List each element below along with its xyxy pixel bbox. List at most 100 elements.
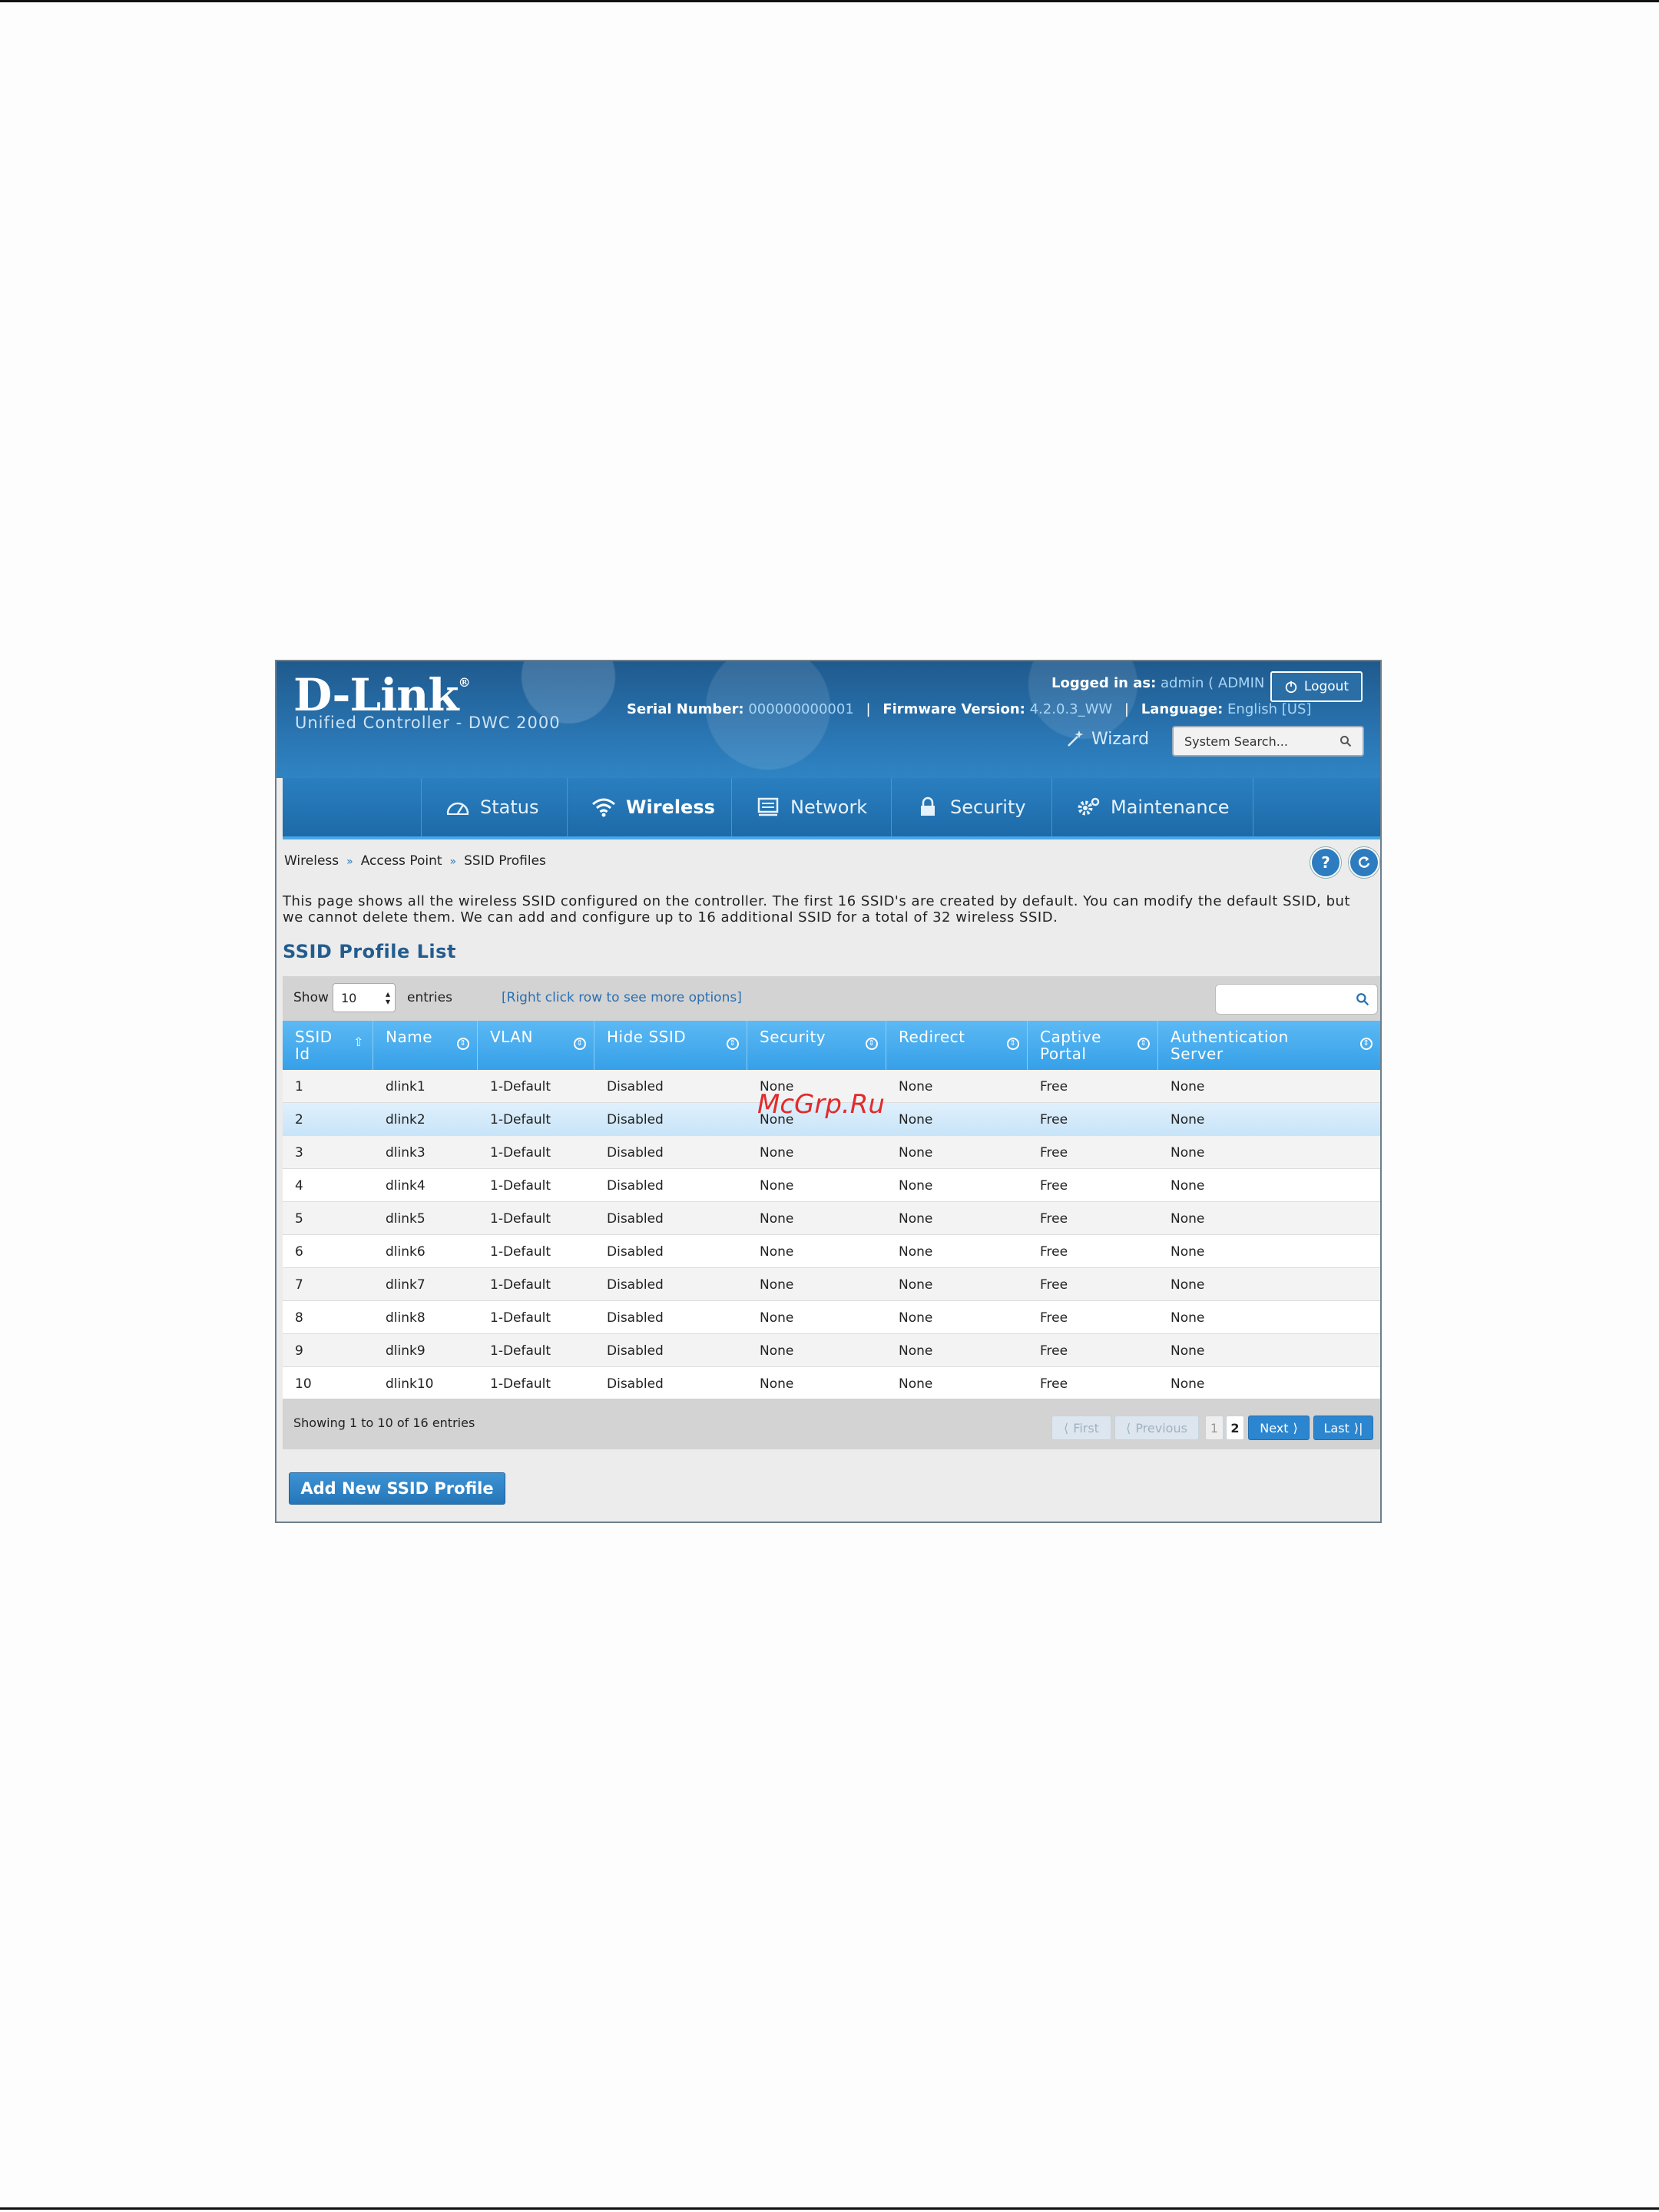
table-row[interactable]: 10 dlink10 1-Default Disabled None None Free No… xyxy=(283,1367,1380,1400)
firmware-label: Firmware Version: xyxy=(882,701,1025,717)
table-row[interactable]: 8 dlink8 1-Default Disabled None None Free None xyxy=(283,1301,1380,1334)
table-cell: Free xyxy=(1040,1079,1068,1094)
table-cell: None xyxy=(1171,1079,1205,1094)
table-cell: 10 xyxy=(295,1376,312,1392)
table-row[interactable]: 6 dlink6 1-Default Disabled None None Free None xyxy=(283,1235,1380,1268)
col-authentication-server[interactable]: Authentication Server ⇕ xyxy=(1158,1021,1380,1070)
table-cell: Disabled xyxy=(607,1178,664,1194)
col-security[interactable]: Security ⇕ xyxy=(747,1021,886,1070)
nav-network[interactable]: Network xyxy=(731,778,890,836)
table-cell: 1-Default xyxy=(490,1145,551,1161)
table-cell: 6 xyxy=(295,1244,303,1260)
table-cell: 1 xyxy=(295,1079,303,1094)
nav-security[interactable]: Security xyxy=(891,778,1049,836)
page-1-button[interactable]: 1 xyxy=(1205,1416,1224,1440)
nav-maintenance[interactable]: Maintenance xyxy=(1051,778,1253,836)
breadcrumb: Wireless» Access Point» SSID Profiles xyxy=(284,853,546,869)
add-new-ssid-profile-button[interactable]: Add New SSID Profile xyxy=(289,1472,505,1505)
table-cell: 1-Default xyxy=(490,1310,551,1326)
table-cell: Free xyxy=(1040,1112,1068,1128)
system-search-placeholder: System Search... xyxy=(1184,733,1288,749)
table-cell: None xyxy=(1171,1277,1205,1293)
col-name[interactable]: Name ⇕ xyxy=(373,1021,478,1070)
page-top-rule xyxy=(0,0,1659,2)
col-vlan[interactable]: VLAN ⇕ xyxy=(478,1021,594,1070)
table-search-input[interactable] xyxy=(1215,984,1378,1015)
table-cell: Free xyxy=(1040,1277,1068,1293)
table-cell: None xyxy=(899,1145,933,1161)
sort-icon: ⇧ xyxy=(353,1035,364,1049)
main-nav: Status Wireless Network Security Mainten… xyxy=(283,778,1380,839)
table-cell: Disabled xyxy=(607,1277,664,1293)
nav-status[interactable]: Status xyxy=(421,778,561,836)
sort-icon: ⇕ xyxy=(1137,1038,1150,1050)
magic-wand-icon xyxy=(1068,730,1084,747)
table-cell: dlink9 xyxy=(386,1343,426,1359)
table-cell: Free xyxy=(1040,1178,1068,1194)
table-row[interactable]: 4 dlink4 1-Default Disabled None None Free None xyxy=(283,1169,1380,1202)
system-search-input[interactable]: System Search... xyxy=(1172,726,1364,757)
nav-wireless[interactable]: Wireless xyxy=(567,778,738,836)
help-icon[interactable]: ? xyxy=(1310,847,1341,878)
sort-icon: ⇕ xyxy=(457,1038,469,1050)
table-cell: 1-Default xyxy=(490,1211,551,1227)
sort-icon: ⇕ xyxy=(866,1038,878,1050)
page-2-button[interactable]: 2 xyxy=(1226,1416,1244,1440)
table-cell: 1-Default xyxy=(490,1178,551,1194)
table-cell: Disabled xyxy=(607,1145,664,1161)
table-cell: 5 xyxy=(295,1211,303,1227)
next-page-button[interactable]: Next ⟩ xyxy=(1248,1416,1310,1440)
language-link[interactable]: English [US] xyxy=(1227,701,1311,717)
table-row[interactable]: 3 dlink3 1-Default Disabled None None Free None xyxy=(283,1136,1380,1169)
table-cell: None xyxy=(1171,1145,1205,1161)
table-row[interactable]: 9 dlink9 1-Default Disabled None None Free None xyxy=(283,1334,1380,1367)
table-cell: None xyxy=(1171,1376,1205,1392)
logged-in-info: Logged in as: admin ( ADMIN ) xyxy=(1051,675,1274,691)
wizard-label: Wizard xyxy=(1091,729,1150,749)
refresh-arrow-icon xyxy=(1358,856,1370,868)
monitor-icon xyxy=(757,797,779,816)
last-page-button[interactable]: Last ⟩| xyxy=(1313,1416,1373,1440)
wizard-link[interactable]: Wizard xyxy=(1065,729,1149,749)
watermark: McGrp.Ru xyxy=(757,1089,885,1120)
first-page-button[interactable]: ⟨ First xyxy=(1051,1416,1111,1440)
table-cell: Disabled xyxy=(607,1343,664,1359)
table-cell: None xyxy=(899,1343,933,1359)
table-cell: Disabled xyxy=(607,1112,664,1128)
previous-page-button[interactable]: ⟨ Previous xyxy=(1114,1416,1199,1440)
gears-icon xyxy=(1078,797,1100,816)
col-captive-portal[interactable]: Captive Portal ⇕ xyxy=(1028,1021,1158,1070)
col-redirect[interactable]: Redirect ⇕ xyxy=(886,1021,1028,1070)
table-toolbar: Show 10 ▴ ▾ entries [Right click row to s… xyxy=(283,976,1380,1021)
breadcrumb-wireless[interactable]: Wireless xyxy=(284,853,339,869)
refresh-icon[interactable] xyxy=(1349,847,1379,878)
table-cell: dlink6 xyxy=(386,1244,426,1260)
table-cell: Free xyxy=(1040,1343,1068,1359)
table-row[interactable]: 5 dlink5 1-Default Disabled None None Free None xyxy=(283,1202,1380,1235)
lock-icon xyxy=(921,796,935,816)
table-cell: None xyxy=(899,1376,933,1392)
logout-button[interactable]: Logout xyxy=(1270,671,1363,702)
table-cell: dlink1 xyxy=(386,1079,426,1094)
table-cell: dlink4 xyxy=(386,1178,426,1194)
nav-maintenance-label: Maintenance xyxy=(1111,796,1230,818)
col-ssid-id[interactable]: SSID Id ⇧ xyxy=(283,1021,373,1070)
table-cell: None xyxy=(760,1343,794,1359)
breadcrumb-access-point[interactable]: Access Point xyxy=(361,853,442,869)
product-subtitle: Unified Controller - DWC 2000 xyxy=(295,714,561,732)
language-label: Language: xyxy=(1141,701,1224,717)
entries-per-page-select[interactable]: 10 ▴ ▾ xyxy=(333,983,396,1012)
table-cell: None xyxy=(1171,1211,1205,1227)
table-cell: Free xyxy=(1040,1211,1068,1227)
device-meta: Serial Number: 000000000001 | Firmware V… xyxy=(627,701,1312,717)
table-row[interactable]: 7 dlink7 1-Default Disabled None None Free None xyxy=(283,1268,1380,1301)
col-hide-ssid[interactable]: Hide SSID ⇕ xyxy=(594,1021,747,1070)
header: D-Link® Unified Controller - DWC 2000 Lo… xyxy=(276,661,1380,778)
table-cell: None xyxy=(760,1178,794,1194)
logout-label: Logout xyxy=(1303,679,1349,694)
table-cell: None xyxy=(760,1376,794,1392)
table-cell: Free xyxy=(1040,1310,1068,1326)
table-cell: None xyxy=(1171,1343,1205,1359)
gauge-icon xyxy=(446,802,469,815)
search-icon xyxy=(1356,993,1369,1006)
